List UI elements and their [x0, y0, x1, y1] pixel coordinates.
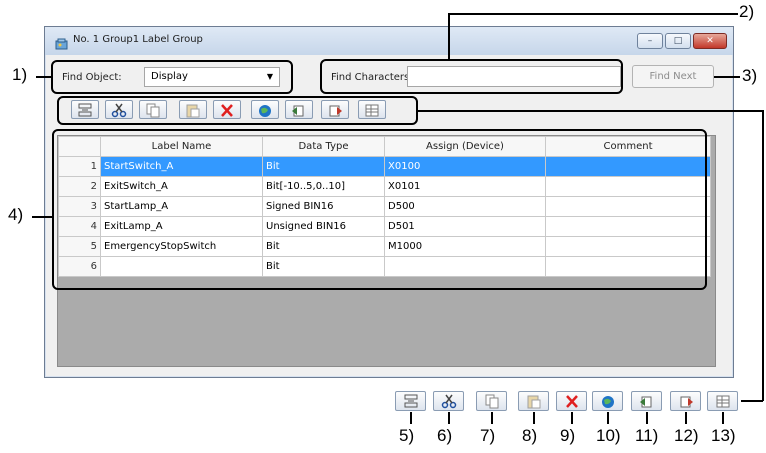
legend-tick-9	[571, 412, 573, 424]
legend-paste-button	[518, 391, 549, 411]
label-group-icon	[55, 35, 69, 50]
legend-row-insert-button	[395, 391, 426, 411]
callout-5: 5)	[399, 426, 415, 445]
legend-tick-7	[491, 412, 493, 424]
callout-6: 6)	[437, 426, 453, 445]
leader-line-2-horizontal	[448, 13, 738, 15]
table-icon	[716, 395, 730, 408]
callout-8: 8)	[522, 426, 538, 445]
callout-3: 3)	[742, 66, 758, 85]
legend-delete-button	[556, 391, 587, 411]
callout-9: 9)	[560, 426, 576, 445]
leader-line-toolbar-vertical	[762, 110, 764, 401]
leader-line-2-vertical	[448, 13, 450, 60]
leader-line-toolbar-end	[741, 400, 763, 402]
page: { "window": { "title": "No. 1 Group1 Lab…	[0, 0, 766, 453]
leader-line-4	[32, 216, 52, 218]
copy-icon	[485, 394, 499, 409]
legend-tick-8	[533, 412, 535, 424]
window-title: No. 1 Group1 Label Group	[73, 34, 203, 45]
legend-tick-10	[607, 412, 609, 424]
callout-4: 4)	[8, 205, 24, 224]
leader-line-toolbar-horizontal	[418, 110, 764, 112]
find-next-button[interactable]: Find Next	[632, 65, 714, 88]
frame-find-object	[51, 60, 293, 94]
callout-12: 12)	[674, 426, 699, 445]
legend-tick-5	[410, 412, 412, 424]
paste-icon	[527, 395, 541, 409]
legend-tick-12	[685, 412, 687, 424]
callout-1: 1)	[12, 65, 28, 84]
delete-icon	[566, 395, 578, 408]
legend-import-button	[631, 391, 662, 411]
close-button[interactable]: ✕	[693, 33, 727, 49]
legend-tick-6	[448, 412, 450, 424]
callout-2: 2)	[739, 2, 755, 21]
legend-table-button	[707, 391, 738, 411]
leader-line-1	[36, 76, 52, 78]
legend-globe-button	[592, 391, 623, 411]
maximize-button[interactable]: □	[665, 33, 691, 49]
legend-tick-13	[722, 412, 724, 424]
callout-10: 10)	[596, 426, 621, 445]
minimize-button[interactable]: –	[637, 33, 663, 49]
callout-11: 11)	[635, 426, 659, 445]
callout-7: 7)	[480, 426, 496, 445]
import-icon	[640, 396, 652, 408]
frame-toolbar	[57, 96, 418, 125]
legend-tick-11	[646, 412, 648, 424]
legend-export-button	[670, 391, 701, 411]
callout-13: 13)	[711, 426, 736, 445]
leader-line-3	[714, 76, 740, 78]
legend-cut-button	[433, 391, 464, 411]
export-icon	[680, 396, 693, 408]
legend-copy-button	[476, 391, 507, 411]
frame-table	[52, 129, 707, 290]
frame-find-characters	[320, 59, 623, 94]
globe-icon	[602, 396, 614, 408]
cut-icon	[441, 394, 457, 409]
title-bar[interactable]: No. 1 Group1 Label Group – □ ✕	[45, 27, 733, 55]
row-insert-icon	[404, 394, 418, 408]
